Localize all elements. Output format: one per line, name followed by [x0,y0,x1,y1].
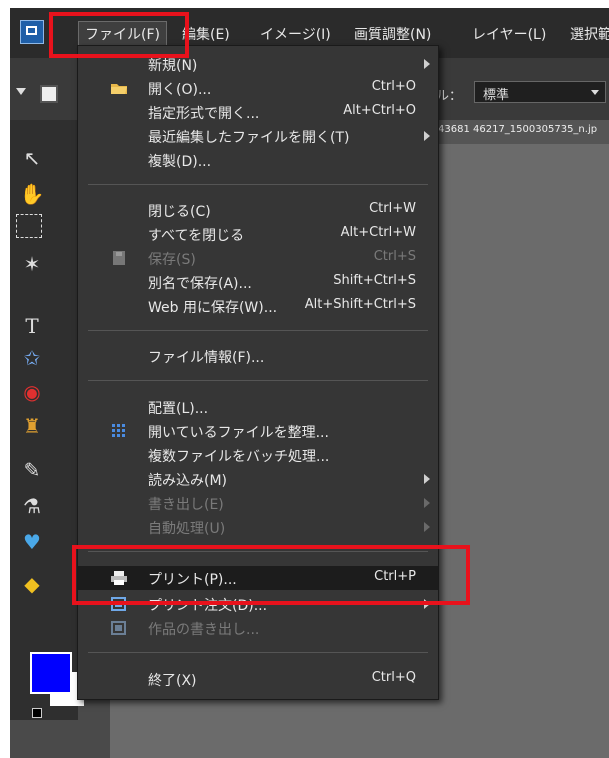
magic-wand-tool-icon[interactable]: ✶ [18,250,46,278]
menu-item-import[interactable]: 読み込み(M) [78,467,438,491]
app-logo-icon [20,20,44,44]
menu-item-shortcut: Alt+Shift+Ctrl+S [304,297,416,312]
menu-item-open-as[interactable]: 指定形式で開く... Alt+Ctrl+O [78,100,438,124]
menu-item-batch-process[interactable]: 複数ファイルをバッチ処理... [78,443,438,467]
submenu-arrow-icon [424,474,430,484]
document-tab[interactable]: 43681 46217_1500305735_n.jp [438,124,597,135]
menu-item-label: 新規(N) [148,58,198,74]
toolbox: ↖ ✋ ✶ T ✩ ◉ ♜ ✎ ⚗ ♥ ◆ [10,120,84,720]
submenu-arrow-icon [424,131,430,141]
stamp-tool-icon[interactable]: ♜ [18,412,46,440]
creation-icon [111,621,126,635]
menu-item-close-all[interactable]: すべてを閉じる Alt+Ctrl+W [78,222,438,246]
menu-item-open-recent[interactable]: 最近編集したファイルを開く(T) [78,124,438,148]
annotation-highlight-file-menu [49,12,189,58]
menu-item-save-for-web[interactable]: Web 用に保存(W)... Alt+Shift+Ctrl+S [78,294,438,318]
paint-bucket-tool-icon[interactable]: ⚗ [18,492,46,520]
move-tool-icon[interactable]: ↖ [18,144,46,172]
menu-item-open[interactable]: 開く(O)... Ctrl+O [78,76,438,100]
menu-item-shortcut: Alt+Ctrl+O [343,103,416,118]
submenu-arrow-icon [424,498,430,508]
menu-item-label: すべてを閉じる [148,228,245,244]
submenu-arrow-icon [424,522,430,532]
menu-item-label: 閉じる(C) [148,204,211,220]
tool-preset-dropdown-icon[interactable] [16,88,26,95]
menu-item-duplicate[interactable]: 複製(D)... [78,148,438,172]
style-label: ル： [436,89,463,104]
menu-edit[interactable]: 編集(E) [182,24,230,44]
menu-separator [88,184,428,185]
sponge-tool-icon[interactable]: ◆ [18,570,46,598]
menu-item-label: 複製(D)... [148,154,212,170]
menu-item-automation: 自動処理(U) [78,515,438,539]
annotation-highlight-print-item [72,545,470,605]
menu-select[interactable]: 選択範 [570,24,609,44]
type-tool-icon[interactable]: T [18,312,46,340]
menu-item-label: 保存(S) [148,252,196,268]
menu-item-export-creation: 作品の書き出し... [78,616,438,640]
menu-item-label: 別名で保存(A)... [148,276,252,292]
shape-tool-icon[interactable]: ✩ [18,344,46,372]
save-icon [113,251,125,265]
menu-separator [88,330,428,331]
menu-item-label: Web 用に保存(W)... [148,300,278,316]
red-eye-tool-icon[interactable]: ◉ [18,378,46,406]
menu-item-save: 保存(S) Ctrl+S [78,246,438,270]
heart-shape-tool-icon[interactable]: ♥ [18,528,46,556]
menu-item-label: 自動処理(U) [148,521,226,537]
menu-image[interactable]: イメージ(I) [260,24,331,44]
folder-icon [111,84,127,94]
menu-item-label: 最近編集したファイルを開く(T) [148,130,350,146]
menu-item-shortcut: Alt+Ctrl+W [340,225,416,240]
default-colors-icon[interactable] [32,708,42,718]
menu-item-label: 作品の書き出し... [148,622,260,638]
menu-item-organize-open-files[interactable]: 開いているファイルを整理... [78,419,438,443]
style-select-value: 標準 [483,88,510,103]
menu-item-label: 配置(L)... [148,401,209,417]
menu-item-shortcut: Ctrl+Q [371,670,416,685]
menu-item-shortcut: Ctrl+W [369,201,416,216]
grid-icon [112,424,125,437]
photoshop-elements-window: ファイル(F) 編集(E) イメージ(I) 画質調整(N) レイヤー(L) 選択… [10,8,609,758]
menu-separator [88,652,428,653]
menu-item-label: 開いているファイルを整理... [148,425,329,441]
menu-enhance[interactable]: 画質調整(N) [354,24,431,44]
menu-item-label: 複数ファイルをバッチ処理... [148,449,330,465]
menu-separator [88,380,428,381]
menu-item-place[interactable]: 配置(L)... [78,395,438,419]
menu-item-export: 書き出し(E) [78,491,438,515]
menu-layer[interactable]: レイヤー(L) [472,24,546,44]
menu-item-label: 終了(X) [148,673,197,689]
menu-item-shortcut: Shift+Ctrl+S [333,273,416,288]
menu-item-file-info[interactable]: ファイル情報(F)... [78,344,438,368]
menu-item-label: 指定形式で開く... [148,106,260,122]
menu-item-shortcut: Ctrl+S [373,249,416,264]
menu-item-label: 書き出し(E) [148,497,224,513]
brush-tool-icon[interactable]: ✎ [18,456,46,484]
menu-item-label: ファイル情報(F)... [148,350,265,366]
menu-item-exit[interactable]: 終了(X) Ctrl+Q [78,667,438,691]
selection-mode-icon[interactable] [40,85,58,103]
foreground-color-swatch[interactable] [30,652,72,694]
menu-item-label: 開く(O)... [148,82,212,98]
submenu-arrow-icon [424,59,430,69]
menu-item-label: 読み込み(M) [148,473,228,489]
menu-item-close[interactable]: 閉じる(C) Ctrl+W [78,198,438,222]
menu-item-shortcut: Ctrl+O [371,79,416,94]
document-tab-strip: 43681 46217_1500305735_n.jp [430,120,609,144]
menu-item-save-as[interactable]: 別名で保存(A)... Shift+Ctrl+S [78,270,438,294]
style-select[interactable]: 標準 [474,81,606,103]
hand-tool-icon[interactable]: ✋ [18,180,46,208]
marquee-tool-icon[interactable] [16,214,42,238]
